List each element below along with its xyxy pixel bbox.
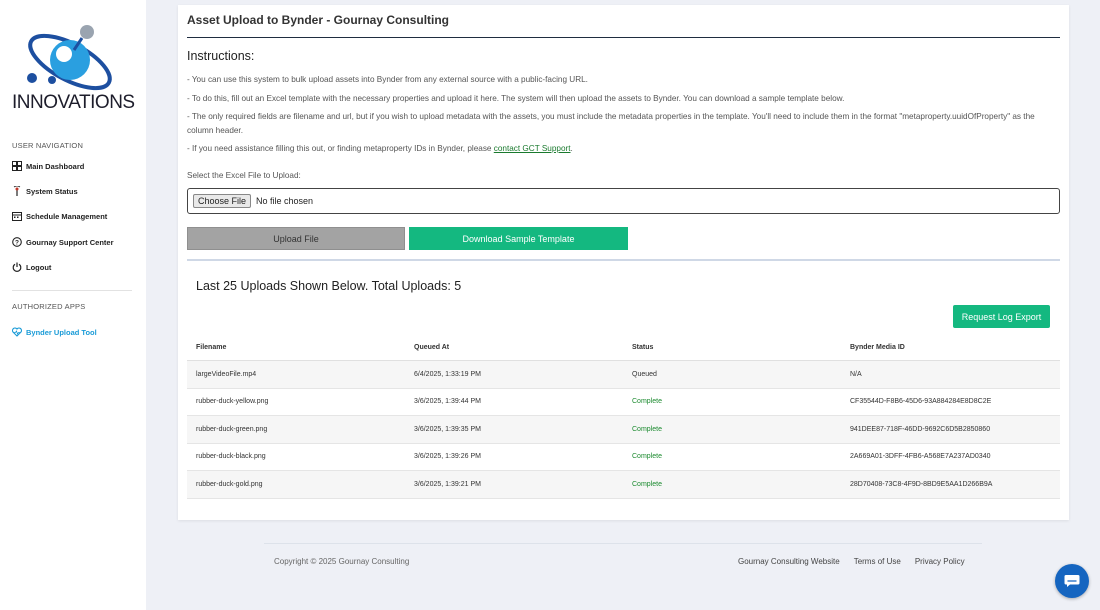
header-queued-at: Queued At (414, 344, 450, 351)
header-status: Status (632, 344, 654, 351)
download-sample-template-button[interactable]: Download Sample Template (409, 227, 628, 250)
cell-media-id: 941DEE87-718F-46DD-9692C6D5B2850860 (850, 425, 991, 433)
cell-media-id: CF35544D-F8B6-45D6-93A884284E8D8C2E (850, 398, 992, 406)
footer-link-privacy[interactable]: Privacy Policy (915, 557, 965, 566)
table-row: rubber-duck-black.png 3/6/2025, 1:39:26 … (187, 444, 1060, 471)
sidebar-item-label: Main Dashboard (26, 161, 85, 171)
table-row: rubber-duck-yellow.png 3/6/2025, 1:39:44… (187, 389, 1060, 416)
instruction-line: - To do this, fill out an Excel template… (187, 94, 845, 103)
instruction-line: - You can use this system to bulk upload… (187, 75, 588, 84)
file-input-label: Select the Excel File to Upload: (187, 171, 301, 180)
cell-queued-at: 3/6/2025, 1:39:44 PM (414, 398, 481, 406)
svg-text:?: ? (15, 240, 19, 247)
uploads-table: Filename Queued At Status Bynder Media I… (187, 335, 1060, 499)
cell-queued-at: 6/4/2025, 1:33:19 PM (414, 370, 481, 378)
page-title: Asset Upload to Bynder - Gournay Consult… (187, 13, 450, 27)
file-input[interactable]: Choose File No file chosen (187, 188, 1060, 214)
upload-card: Asset Upload to Bynder - Gournay Consult… (178, 5, 1069, 520)
sidebar-item-main-dashboard[interactable]: Main Dashboard (12, 161, 84, 171)
dashboard-icon (12, 161, 22, 171)
cell-filename: largeVideoFile.mp4 (196, 370, 257, 378)
sidebar: INNOVATIONS USER NAVIGATION Main Dashboa… (0, 0, 146, 610)
innovations-logo[interactable]: INNOVATIONS (12, 22, 135, 114)
cell-media-id: 2A669A01-3DFF-4FB6-A568E7A237AD0340 (850, 453, 991, 461)
user-navigation-heading: USER NAVIGATION (12, 141, 84, 150)
footer-divider (264, 543, 982, 544)
cell-media-id: N/A (850, 370, 862, 378)
sidebar-item-gournay-support-center[interactable]: ? Gournay Support Center (12, 237, 114, 247)
section-divider (187, 259, 1060, 261)
cell-queued-at: 3/6/2025, 1:39:35 PM (414, 425, 481, 433)
cell-filename: rubber-duck-gold.png (196, 480, 263, 488)
sidebar-item-label: Logout (26, 262, 52, 272)
request-log-export-button[interactable]: Request Log Export (953, 305, 1050, 328)
footer-link-terms[interactable]: Terms of Use (854, 557, 901, 566)
sidebar-divider (12, 290, 132, 291)
cell-status: Complete (632, 398, 662, 406)
support-text: - If you need assistance filling this ou… (187, 144, 494, 153)
status-icon (13, 186, 21, 196)
support-text-suffix: . (570, 144, 573, 153)
sidebar-item-label: Bynder Upload Tool (26, 327, 97, 337)
cell-filename: rubber-duck-yellow.png (196, 398, 269, 406)
table-header: Filename Queued At Status Bynder Media I… (187, 335, 1060, 361)
footer-link-website[interactable]: Gournay Consulting Website (738, 557, 840, 566)
uploads-heading: Last 25 Uploads Shown Below. Total Uploa… (196, 279, 462, 293)
contact-support-link[interactable]: contact GCT Support (494, 144, 571, 153)
chat-icon (1064, 575, 1080, 587)
cell-status: Complete (632, 453, 662, 461)
instruction-line: - The only required fields are filename … (187, 112, 1035, 135)
authorized-apps-heading: AUTHORIZED APPS (12, 302, 86, 311)
cell-status: Queued (632, 370, 657, 378)
table-row: largeVideoFile.mp4 6/4/2025, 1:33:19 PM … (187, 361, 1060, 389)
sidebar-item-system-status[interactable]: System Status (12, 186, 78, 196)
sidebar-item-logout[interactable]: Logout (12, 262, 51, 272)
chat-button[interactable] (1055, 564, 1089, 598)
power-icon (12, 262, 22, 272)
heart-pulse-icon (12, 327, 22, 337)
table-row: rubber-duck-green.png 3/6/2025, 1:39:35 … (187, 416, 1060, 444)
cell-media-id: 28D70408-73C8-4F9D-8BD9E5AA1D266B9A (850, 480, 993, 488)
logo-text: INNOVATIONS (12, 92, 135, 113)
logo-icon (27, 25, 112, 91)
header-filename: Filename (196, 344, 227, 351)
sidebar-item-label: Gournay Support Center (26, 237, 114, 247)
cell-status: Complete (632, 425, 662, 433)
instructions-heading: Instructions: (187, 49, 255, 63)
cell-filename: rubber-duck-green.png (196, 425, 268, 433)
sidebar-item-schedule-management[interactable]: Schedule Management (12, 211, 107, 221)
sidebar-item-bynder-upload-tool[interactable]: Bynder Upload Tool (12, 327, 97, 337)
table-row: rubber-duck-gold.png 3/6/2025, 1:39:21 P… (187, 471, 1060, 499)
choose-file-button[interactable]: Choose File (193, 194, 252, 208)
upload-file-button[interactable]: Upload File (187, 227, 405, 250)
cell-status: Complete (632, 480, 662, 488)
sidebar-item-label: System Status (26, 186, 78, 196)
support-icon: ? (12, 237, 22, 247)
file-status-text: No file chosen (256, 196, 314, 206)
sidebar-item-label: Schedule Management (26, 211, 108, 221)
header-media-id: Bynder Media ID (850, 344, 905, 351)
calendar-icon (12, 212, 22, 221)
cell-queued-at: 3/6/2025, 1:39:21 PM (414, 480, 481, 488)
footer-links: Gournay Consulting Website Terms of Use … (738, 557, 965, 566)
title-divider (187, 37, 1060, 38)
cell-queued-at: 3/6/2025, 1:39:26 PM (414, 453, 481, 461)
copyright-text: Copyright © 2025 Gournay Consulting (274, 557, 410, 566)
cell-filename: rubber-duck-black.png (196, 453, 266, 461)
instruction-line-support: - If you need assistance filling this ou… (187, 142, 1047, 156)
